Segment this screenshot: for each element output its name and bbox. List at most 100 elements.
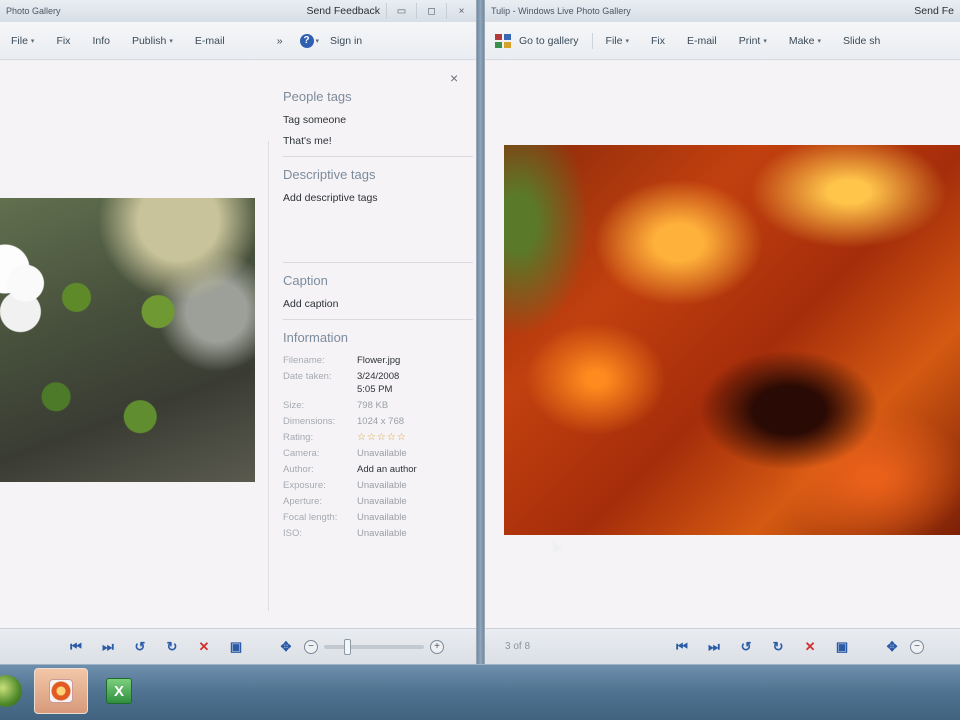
menu-print[interactable]: Print ▾ bbox=[728, 35, 778, 47]
zoom-slider-thumb[interactable] bbox=[344, 638, 351, 655]
information-heading: Information bbox=[283, 330, 349, 345]
next-icon[interactable]: ⏭ bbox=[702, 635, 726, 659]
title-bar: Tulip - Windows Live Photo Gallery Send … bbox=[485, 0, 960, 22]
exposure-label: Exposure: bbox=[283, 480, 326, 491]
rotate-left-icon[interactable]: ↺ bbox=[734, 635, 758, 659]
actual-size-icon[interactable]: ✥ bbox=[880, 635, 904, 659]
next-icon[interactable]: ⏭ bbox=[96, 635, 120, 659]
send-feedback-link[interactable]: Send Fe bbox=[908, 5, 960, 17]
menu-file-label: File bbox=[605, 34, 623, 47]
taskbar-excel[interactable]: X bbox=[92, 668, 146, 714]
menu-file-label: File bbox=[11, 34, 28, 47]
maximize-button[interactable]: ◻ bbox=[416, 3, 446, 19]
menu-make-label: Make bbox=[788, 34, 815, 47]
command-bar: File ▾ Fix Info Publish ▾ E-mail » ? ▾ Sig… bbox=[0, 22, 476, 60]
window-title: Tulip - Windows Live Photo Gallery bbox=[491, 6, 631, 16]
zoom-out-icon[interactable]: − bbox=[910, 639, 925, 654]
minimize-button[interactable]: ▭ bbox=[386, 3, 416, 19]
thats-me-link[interactable]: That's me! bbox=[283, 135, 468, 147]
time-label-spacer bbox=[283, 387, 357, 395]
flower-photo bbox=[0, 198, 255, 482]
photo-gallery-window-right: Tulip - Windows Live Photo Gallery Send … bbox=[484, 0, 960, 664]
add-caption-link[interactable]: Add caption bbox=[283, 298, 468, 310]
menu-slide-show-label: Slide sh bbox=[843, 34, 881, 47]
slideshow-icon[interactable]: ▣ bbox=[830, 635, 854, 659]
date-taken-value[interactable]: 3/24/2008 bbox=[357, 371, 468, 382]
gallery-icon[interactable] bbox=[495, 33, 511, 48]
camera-label: Camera: bbox=[283, 448, 320, 459]
chevron-down-icon: ▾ bbox=[763, 37, 767, 45]
menu-fix[interactable]: Fix bbox=[640, 35, 676, 47]
rotate-right-icon[interactable]: ↻ bbox=[766, 635, 790, 659]
menu-file[interactable]: File ▾ bbox=[595, 35, 640, 47]
caption-heading: Caption bbox=[283, 273, 328, 288]
dimensions-label: Dimensions: bbox=[283, 416, 336, 427]
time-taken-value[interactable]: 5:05 PM bbox=[357, 384, 468, 395]
zoom-in-icon[interactable]: + bbox=[430, 639, 444, 654]
photo-gallery-window-left: Photo Gallery Send Feedback ▭ ◻ × File ▾ … bbox=[0, 0, 477, 664]
taskbar: X bbox=[0, 664, 960, 720]
menu-email-label: E-mail bbox=[686, 34, 717, 47]
menu-email-label: E-mail bbox=[194, 34, 225, 47]
viewer-toolbar: ⏮ ⏭ ↺ ↻ ✕ ▣ ✥ − + bbox=[0, 628, 476, 664]
help-icon[interactable]: ? bbox=[299, 33, 314, 48]
viewer-toolbar: 3 of 8 ⏮ ⏭ ↺ ↻ ✕ ▣ ✥ − bbox=[485, 628, 960, 664]
window-gap bbox=[477, 0, 484, 664]
sign-in-link[interactable]: Sign in bbox=[319, 35, 373, 47]
add-descriptive-tags-link[interactable]: Add descriptive tags bbox=[283, 192, 468, 204]
start-button[interactable] bbox=[0, 675, 22, 707]
exposure-value: Unavailable bbox=[357, 480, 407, 491]
menu-slide-show[interactable]: Slide sh bbox=[832, 35, 891, 47]
aperture-label: Aperture: bbox=[283, 496, 323, 507]
command-bar: Go to gallery File ▾ Fix E-mail Print ▾ Ma… bbox=[485, 22, 960, 60]
taskbar-photo-gallery[interactable] bbox=[34, 668, 88, 714]
dimensions-value: 1024 x 768 bbox=[357, 416, 405, 427]
close-info-pane-icon[interactable]: × bbox=[450, 70, 458, 86]
slideshow-icon[interactable]: ▣ bbox=[224, 635, 248, 659]
tag-someone-link[interactable]: Tag someone bbox=[283, 114, 468, 126]
zoom-slider[interactable] bbox=[324, 638, 424, 655]
photo-viewer-content bbox=[485, 61, 960, 628]
zoom-out-icon[interactable]: − bbox=[304, 639, 318, 654]
actual-size-icon[interactable]: ✥ bbox=[274, 635, 298, 659]
previous-icon[interactable]: ⏮ bbox=[64, 635, 88, 659]
add-author-link[interactable]: Add an author bbox=[357, 464, 468, 475]
pane-divider bbox=[268, 141, 269, 611]
excel-app-icon: X bbox=[106, 678, 132, 704]
filename-label: Filename: bbox=[283, 355, 325, 366]
filename-value[interactable]: Flower.jpg bbox=[357, 355, 468, 366]
menu-fix-label: Fix bbox=[650, 34, 665, 47]
info-pane-content: × People tags Tag someone That's me! Des… bbox=[0, 61, 476, 628]
rotate-right-icon[interactable]: ↻ bbox=[160, 635, 184, 659]
section-divider bbox=[283, 319, 473, 320]
menu-info-label: Info bbox=[92, 34, 110, 47]
close-window-button[interactable]: × bbox=[446, 3, 476, 19]
rating-stars[interactable]: ☆☆☆☆☆ bbox=[357, 432, 468, 443]
photo-counter: 3 of 8 bbox=[505, 641, 531, 652]
menu-info[interactable]: Info bbox=[81, 35, 121, 47]
previous-icon[interactable]: ⏮ bbox=[670, 635, 694, 659]
window-title: Photo Gallery bbox=[6, 6, 61, 16]
menu-email[interactable]: E-mail bbox=[676, 35, 728, 47]
section-divider bbox=[283, 262, 473, 263]
aperture-value: Unavailable bbox=[357, 496, 407, 507]
menu-fix-label: Fix bbox=[56, 34, 71, 47]
menu-file[interactable]: File ▾ bbox=[0, 35, 45, 47]
more-commands-button[interactable]: » bbox=[266, 35, 294, 47]
send-feedback-link[interactable]: Send Feedback bbox=[300, 5, 386, 17]
delete-icon[interactable]: ✕ bbox=[798, 635, 822, 659]
menu-publish-label: Publish bbox=[131, 34, 167, 47]
menu-fix[interactable]: Fix bbox=[45, 35, 81, 47]
chevron-down-icon: ▾ bbox=[30, 37, 35, 45]
delete-icon[interactable]: ✕ bbox=[192, 635, 216, 659]
people-tags-heading: People tags bbox=[283, 89, 352, 104]
rating-label: Rating: bbox=[283, 432, 314, 443]
menu-make[interactable]: Make ▾ bbox=[778, 35, 832, 47]
chevron-down-icon: ▾ bbox=[169, 37, 173, 45]
rotate-left-icon[interactable]: ↺ bbox=[128, 635, 152, 659]
menu-email[interactable]: E-mail bbox=[184, 35, 236, 47]
menu-publish[interactable]: Publish ▾ bbox=[121, 35, 184, 47]
size-value: 798 KB bbox=[357, 400, 389, 411]
go-to-gallery-button[interactable]: Go to gallery bbox=[511, 35, 590, 47]
photo-gallery-app-icon bbox=[49, 679, 73, 703]
